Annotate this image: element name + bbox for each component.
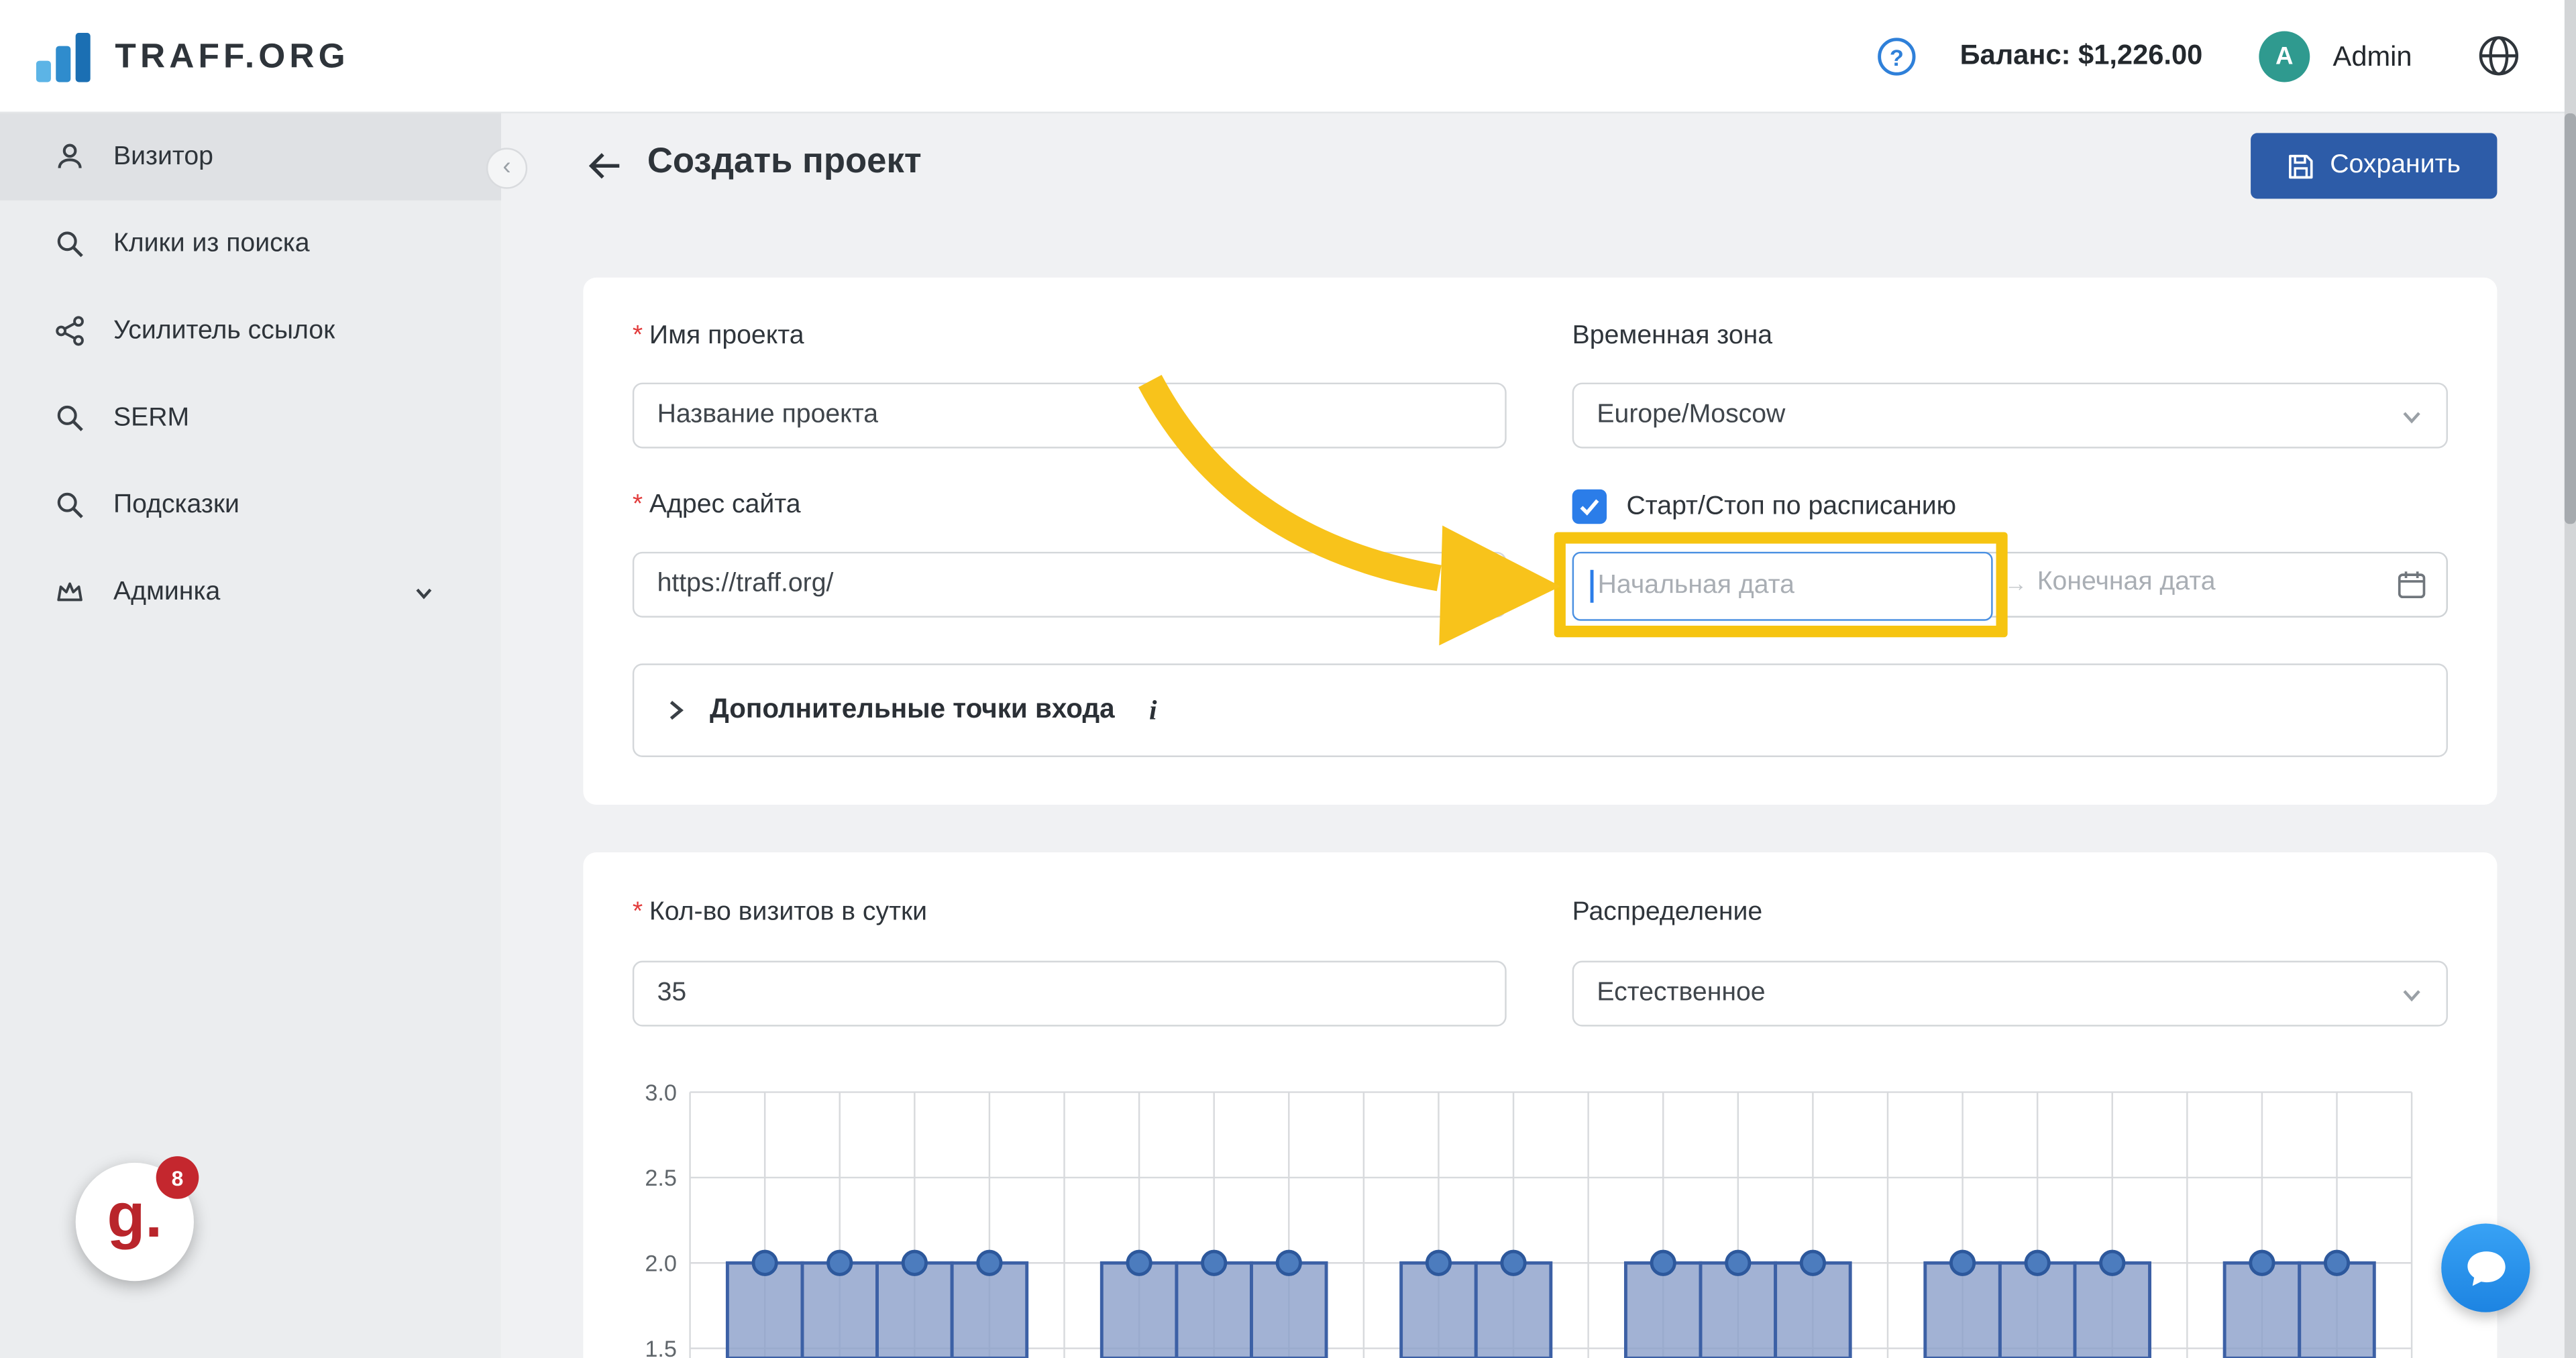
user-name[interactable]: Admin [2333,41,2412,74]
svg-text:2.5: 2.5 [645,1166,677,1191]
distribution-select[interactable]: Естественное [1572,960,2448,1027]
timezone-select[interactable]: Europe/Moscow [1572,382,2448,449]
page-title: Создать проект [647,141,922,181]
help-glyph: ? [1889,43,1904,70]
back-arrow-button[interactable] [585,146,625,186]
sidebar-item-label: Визитор [113,142,213,170]
brand-logo[interactable]: TRAFF.ORG [36,0,350,113]
calendar-icon[interactable] [2397,570,2426,600]
save-button[interactable]: Сохранить [2251,133,2498,199]
sidebar: Визитор Клики из поиска Усилитель ссылок [0,113,501,1358]
sidebar-item-label: SERM [113,403,190,431]
date-range-separator: → [2004,569,2028,596]
search-icon [57,231,83,258]
chat-bubble-icon [2467,1250,2505,1286]
avatar[interactable]: A [2259,31,2310,82]
visits-per-day-input[interactable] [632,960,1507,1027]
annotation-highlight-box [1554,532,2008,638]
scrollbar-thumb[interactable] [2564,113,2576,524]
chevron-down-icon [416,588,432,600]
chevron-down-icon [2403,990,2420,1002]
sidebar-item-link-booster[interactable]: Усилитель ссылок [0,288,501,375]
share-icon [56,316,84,346]
save-button-label: Сохранить [2330,151,2461,179]
language-globe-icon[interactable] [2477,34,2520,77]
top-bar: TRAFF.ORG ? Баланс: $1,226.00 A Admin [0,0,2576,113]
timezone-value: Europe/Moscow [1597,400,1786,429]
g-logo-text: g. [107,1182,163,1251]
sidebar-item-admin[interactable]: Админка [0,549,501,636]
visits-distribution-chart: 3.0 2.5 2.0 1.5 [608,1068,2440,1358]
bar-chart-logo-icon [36,32,91,82]
chevron-down-icon [2403,412,2420,424]
crown-icon [57,582,83,602]
required-marker: * [632,898,643,927]
chat-button[interactable] [2441,1223,2530,1312]
checkmark-icon [1580,499,1599,516]
required-marker: * [632,322,643,350]
site-address-input[interactable] [632,551,1507,618]
save-floppy-icon [2289,154,2314,178]
search-icon [57,405,83,432]
entry-points-label: Дополнительные точки входа [709,694,1115,724]
required-marker: * [632,491,643,519]
g-logo-badge: 8 [156,1156,199,1199]
sidebar-item-hints[interactable]: Подсказки [0,461,501,549]
svg-text:2.0: 2.0 [645,1251,677,1277]
sidebar-item-label: Усилитель ссылок [113,316,335,345]
user-icon [58,144,82,168]
entry-points-expander[interactable]: Дополнительные точки входа i [632,663,2448,757]
sidebar-item-visitor[interactable]: Визитор [0,113,501,201]
schedule-checkbox-label: Старт/Стоп по расписанию [1626,492,1957,521]
sidebar-item-label: Клики из поиска [113,229,310,258]
balance-text: Баланс: $1,226.00 [1960,39,2203,71]
end-date-input[interactable]: Конечная дата [2037,568,2216,598]
sidebar-collapse-button[interactable]: ‹ [486,148,528,189]
chevron-right-icon [669,701,684,720]
distribution-label: Распределение [1572,898,1763,927]
search-icon [57,492,83,518]
site-address-label: * Адрес сайта [632,491,801,519]
project-name-input[interactable] [632,382,1507,449]
info-icon[interactable]: i [1149,694,1157,727]
sidebar-item-search-clicks[interactable]: Клики из поиска [0,201,501,288]
svg-text:3.0: 3.0 [645,1080,677,1106]
sidebar-item-label: Админка [113,577,221,606]
distribution-value: Естественное [1597,978,1766,1007]
schedule-checkbox[interactable] [1572,489,1607,524]
sidebar-item-serm[interactable]: SERM [0,374,501,461]
svg-text:1.5: 1.5 [645,1337,677,1358]
timezone-label: Временная зона [1572,322,1773,350]
brand-name: TRAFF.ORG [115,37,350,75]
sidebar-item-label: Подсказки [113,490,239,518]
help-icon[interactable]: ? [1878,38,1916,76]
scrollbar-track[interactable] [2564,0,2576,1358]
visits-per-day-label: * Кол-во визитов в сутки [632,898,928,927]
app-window: TRAFF.ORG ? Баланс: $1,226.00 A Admin Ви… [0,0,2576,1358]
project-name-label: * Имя проекта [632,322,804,350]
